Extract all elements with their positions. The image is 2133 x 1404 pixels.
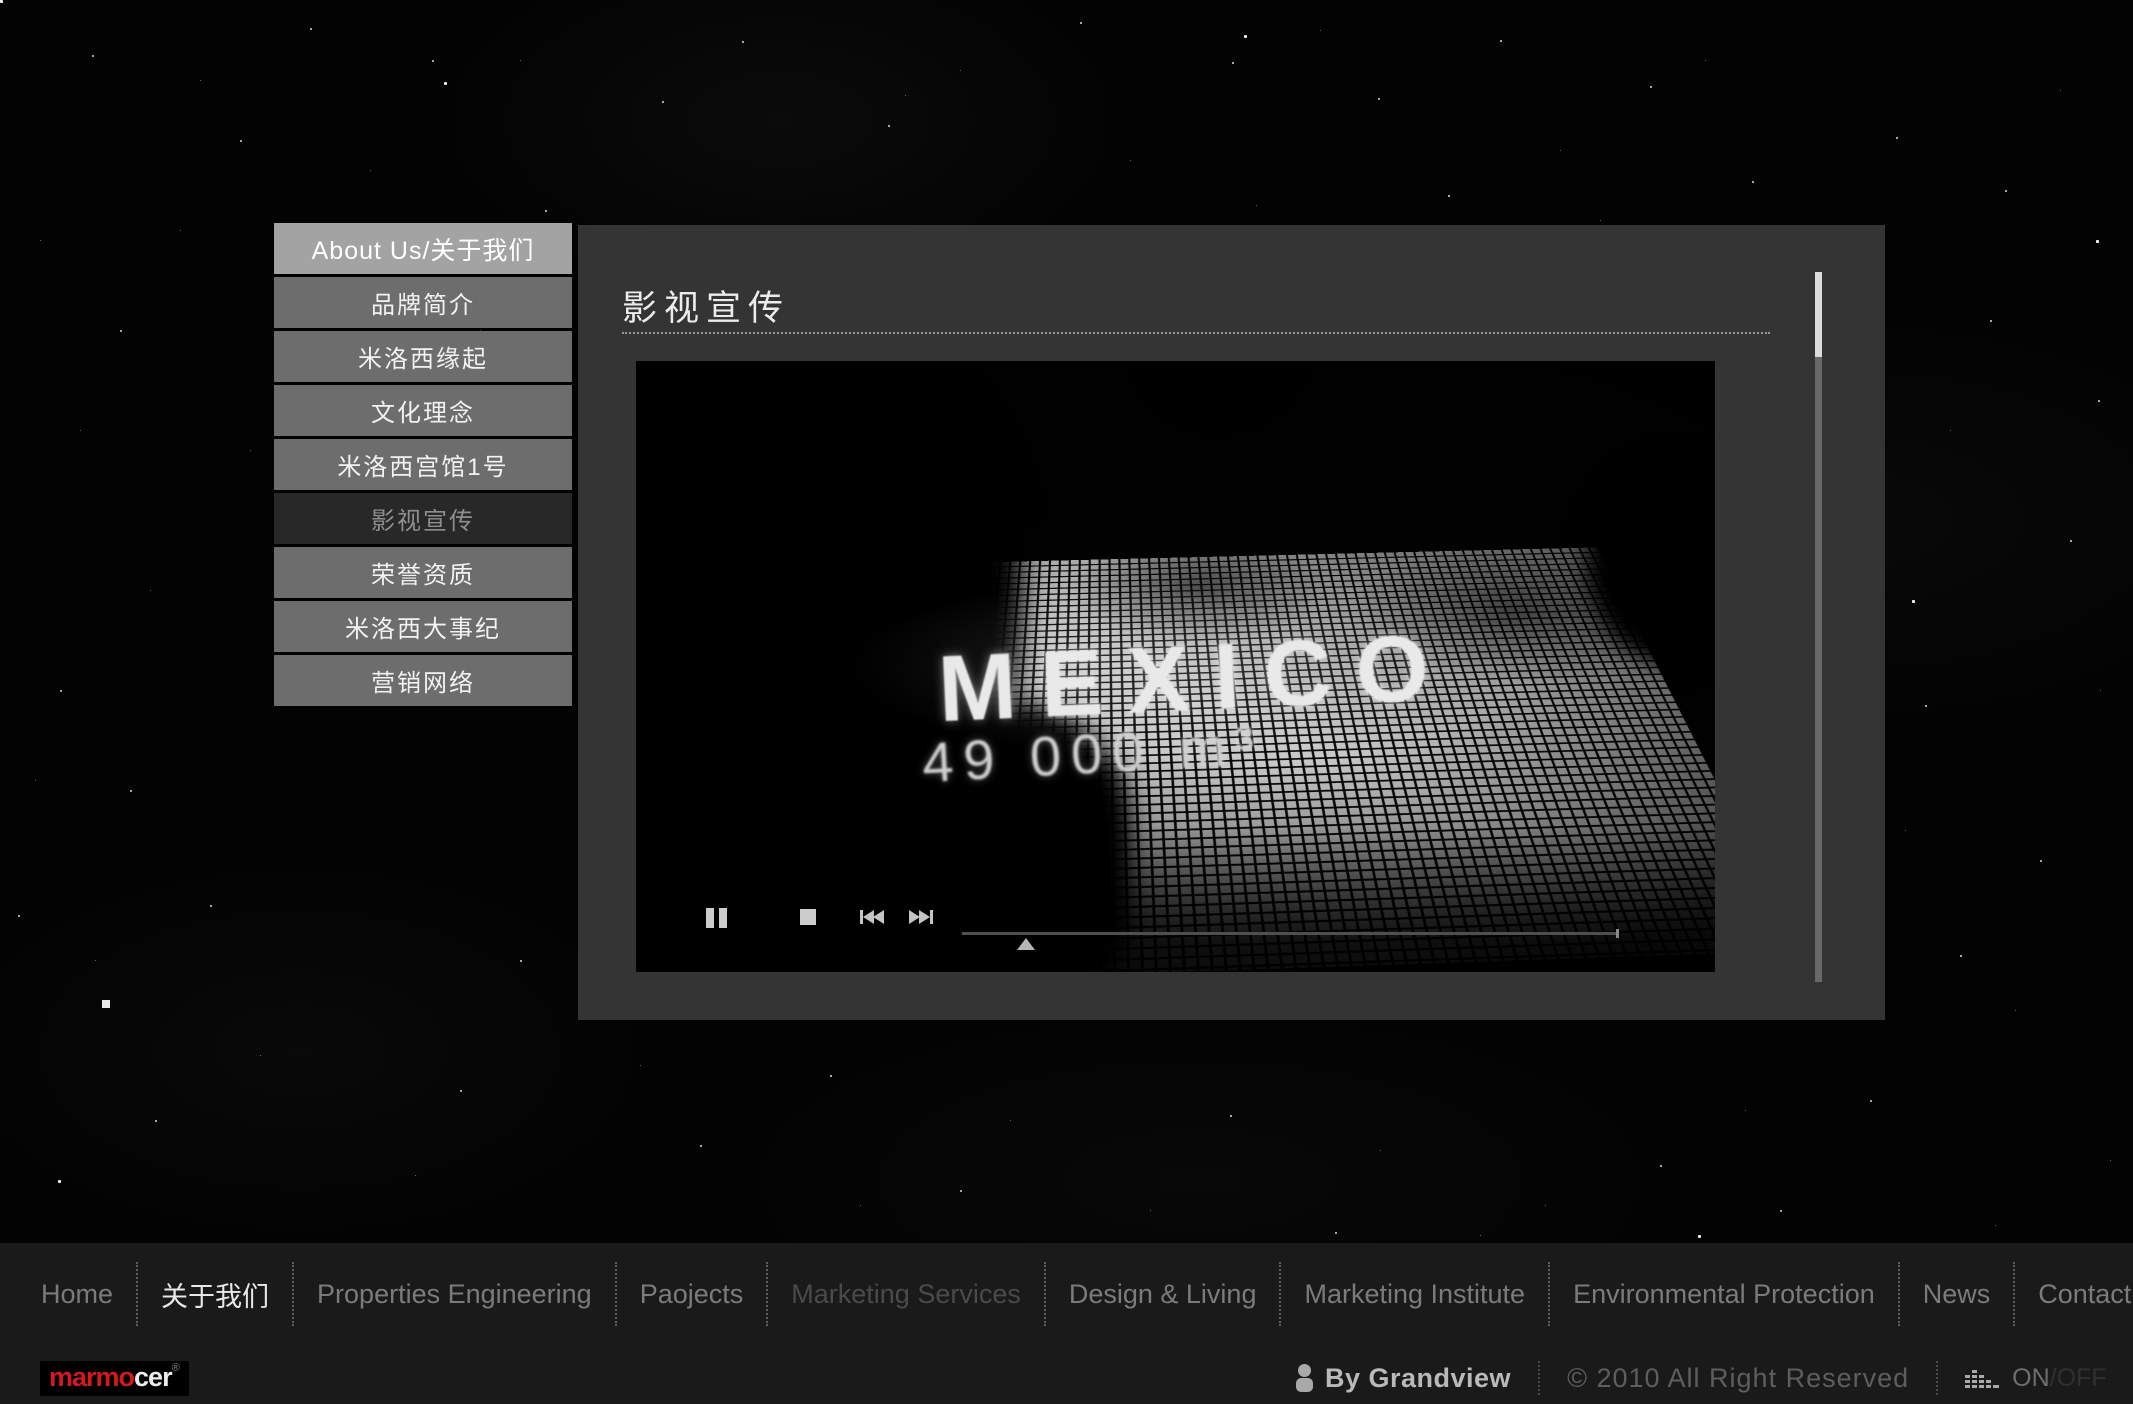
nav-item-contact-us[interactable]: Contact us bbox=[2015, 1279, 2133, 1310]
footer-right-cluster: By Grandview © 2010 All Right Reserved bbox=[1295, 1355, 2133, 1401]
nav-item-environmental-protection[interactable]: Environmental Protection bbox=[1550, 1279, 1898, 1310]
logo-text-red: marmo bbox=[49, 1362, 134, 1392]
nav-item-home[interactable]: Home bbox=[18, 1279, 136, 1310]
about-sidebar-menu: About Us/关于我们 品牌简介 米洛西缘起 文化理念 米洛西宫馆1号 影视… bbox=[274, 223, 572, 706]
sound-off-label: OFF bbox=[2057, 1364, 2107, 1393]
nav-item-marketing-services[interactable]: Marketing Services bbox=[768, 1279, 1044, 1310]
sidebar-item-marketing-network[interactable]: 营销网络 bbox=[274, 655, 572, 706]
nav-item-paojects[interactable]: Paojects bbox=[617, 1279, 767, 1310]
logo-text-white: cer bbox=[134, 1362, 172, 1392]
registered-mark: ® bbox=[172, 1362, 180, 1374]
main-navigation: Home 关于我们 Properties Engineering Paoject… bbox=[18, 1261, 2133, 1327]
copyright-text: © 2010 All Right Reserved bbox=[1567, 1363, 1909, 1394]
pause-button[interactable] bbox=[704, 907, 734, 933]
footer-separator bbox=[1538, 1361, 1540, 1395]
equalizer-icon bbox=[1965, 1365, 1999, 1391]
nav-item-properties-engineering[interactable]: Properties Engineering bbox=[294, 1279, 615, 1310]
nav-item-about-us[interactable]: 关于我们 bbox=[138, 1275, 292, 1314]
nav-item-news[interactable]: News bbox=[1900, 1279, 2014, 1310]
sidebar-item-honors[interactable]: 荣誉资质 bbox=[274, 547, 572, 598]
page-background: About Us/关于我们 品牌简介 米洛西缘起 文化理念 米洛西宫馆1号 影视… bbox=[0, 0, 2133, 1404]
title-divider bbox=[622, 332, 1770, 334]
sidebar-item-culture[interactable]: 文化理念 bbox=[274, 385, 572, 436]
sidebar-item-origin[interactable]: 米洛西缘起 bbox=[274, 331, 572, 382]
sidebar-item-palace-no1[interactable]: 米洛西宫馆1号 bbox=[274, 439, 572, 490]
sound-slash: / bbox=[2050, 1364, 2057, 1393]
page-title: 影视宣传 bbox=[622, 280, 790, 331]
video-player[interactable]: MEXICO 49 000 m³ bbox=[636, 361, 1715, 972]
panel-scrollbar-thumb[interactable] bbox=[1815, 272, 1822, 357]
panel-scrollbar-track[interactable] bbox=[1815, 272, 1822, 982]
sidebar-item-milestones[interactable]: 米洛西大事纪 bbox=[274, 601, 572, 652]
sidebar-item-brand-intro[interactable]: 品牌简介 bbox=[274, 277, 572, 328]
sound-toggle[interactable]: ON/OFF bbox=[1965, 1364, 2106, 1393]
content-panel: 影视宣传 MEXICO 49 000 m³ bbox=[578, 225, 1885, 1020]
footer-bar: marmocer® By Grandview © 2010 All Right … bbox=[0, 1355, 2133, 1404]
seek-bar-endcap bbox=[1616, 929, 1619, 938]
skip-back-icon[interactable] bbox=[858, 907, 888, 933]
bright-star bbox=[102, 1000, 110, 1008]
nav-item-marketing-institute[interactable]: Marketing Institute bbox=[1281, 1279, 1548, 1310]
seek-handle[interactable] bbox=[1017, 938, 1035, 950]
sound-on-label: ON bbox=[2012, 1364, 2050, 1393]
sidebar-header-about-us[interactable]: About Us/关于我们 bbox=[274, 223, 572, 274]
starfield-layer bbox=[0, 0, 3, 3]
bottom-band: Home 关于我们 Properties Engineering Paoject… bbox=[0, 1243, 2133, 1404]
credit-text: By Grandview bbox=[1325, 1363, 1511, 1394]
grandview-icon bbox=[1295, 1363, 1315, 1393]
nav-item-design-living[interactable]: Design & Living bbox=[1046, 1279, 1280, 1310]
stop-button[interactable] bbox=[798, 907, 828, 933]
sidebar-item-video-promo[interactable]: 影视宣传 bbox=[274, 493, 572, 544]
marmocer-logo[interactable]: marmocer® bbox=[40, 1361, 189, 1396]
footer-separator bbox=[1936, 1361, 1938, 1395]
grandview-credit-link[interactable]: By Grandview bbox=[1295, 1363, 1511, 1394]
skip-forward-icon[interactable] bbox=[907, 907, 937, 933]
video-seek-bar[interactable] bbox=[962, 932, 1619, 935]
